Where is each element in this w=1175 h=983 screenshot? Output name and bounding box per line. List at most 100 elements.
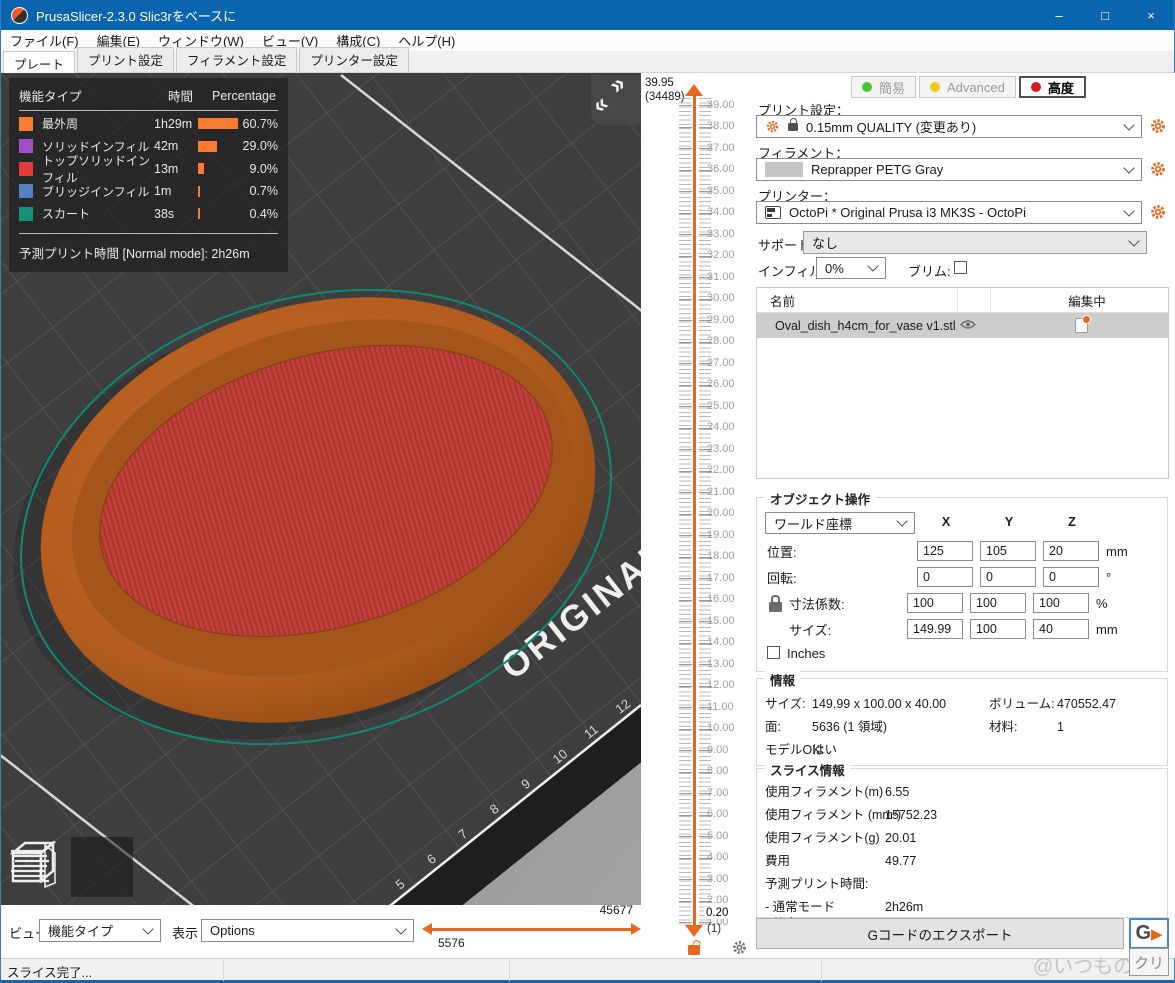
axis-header-Y: Y <box>999 515 1019 529</box>
layer-slider-track[interactable] <box>693 95 696 927</box>
move-slider-max: 45677 <box>558 903 633 917</box>
show-options-combo[interactable]: Options <box>201 919 414 942</box>
brim-checkbox[interactable] <box>954 261 967 274</box>
export-gcode-button[interactable]: Gコードのエクスポート <box>756 918 1124 949</box>
printer-icon <box>765 206 781 219</box>
manipulation-input-y[interactable] <box>980 567 1036 587</box>
play-arrow-icon: ▶ <box>1151 925 1163 943</box>
info-row: サイズ:149.99 x 100.00 x 40.00ボリューム:470552.… <box>765 693 1116 712</box>
info-row: 面:5636 (1 領域)材料:1 <box>765 716 1064 735</box>
tab-フィラメント設定[interactable]: フィラメント設定 <box>176 47 297 72</box>
info-value: はい <box>812 739 989 758</box>
slice-info-row: 使用フィラメント (mm³)15752.23 <box>765 804 937 823</box>
mode-button-高度[interactable]: 高度 <box>1019 76 1086 98</box>
collapse-sidebar-button[interactable]: » « <box>591 75 641 125</box>
manipulation-row: 寸法係数:% <box>757 592 1167 614</box>
support-value: なし <box>812 233 838 252</box>
sliced-info-title: スライス情報 <box>765 760 850 779</box>
printer-combo[interactable]: OctoPi * Original Prusa i3 MK3S - OctoPi <box>756 201 1142 224</box>
object-list-row[interactable]: Oval_dish_h4cm_for_vase v1.stl <box>757 313 1168 338</box>
info-row: モデルOK:はい <box>765 739 989 758</box>
feature-percentage-bar <box>198 118 238 129</box>
close-button[interactable]: × <box>1128 0 1174 30</box>
filament-combo[interactable]: Reprapper PETG Gray <box>756 158 1142 181</box>
unlock-icon[interactable] <box>688 945 700 958</box>
move-slider-right-handle[interactable] <box>631 923 641 935</box>
layer-slider-lower-handle[interactable] <box>685 925 703 937</box>
info-title: 情報 <box>765 670 800 689</box>
inches-checkbox[interactable] <box>767 646 780 659</box>
tab-プリント設定[interactable]: プリント設定 <box>77 47 174 72</box>
printer-gear-button[interactable] <box>1147 201 1169 223</box>
info-value: 149.99 x 100.00 x 40.00 <box>812 697 989 711</box>
export-gcode-quick-button[interactable]: G ▶ <box>1129 918 1169 949</box>
eye-icon[interactable] <box>960 319 976 333</box>
print-time-legend: 機能タイプ 時間 Percentage 最外周1h29m60.7%ソリッドインフ… <box>9 78 288 272</box>
coordinates-value: ワールド座標 <box>774 514 852 533</box>
infill-combo[interactable]: 0% <box>816 257 886 279</box>
tab-プレート[interactable]: プレート <box>3 51 75 73</box>
mode-button-Advanced[interactable]: Advanced <box>919 76 1016 98</box>
gear-icon <box>765 119 780 134</box>
legend-row: トップソリッドインフィル13m9.0% <box>19 159 278 179</box>
support-combo[interactable]: なし <box>803 231 1147 254</box>
chevron-down-icon <box>395 923 406 934</box>
tab-プリンター設定[interactable]: プリンター設定 <box>299 47 409 72</box>
axis-header-X: X <box>936 515 956 529</box>
manipulation-input-z[interactable] <box>1043 567 1099 587</box>
layers-icon <box>5 837 59 891</box>
manipulation-input-z[interactable] <box>1043 541 1099 561</box>
uniform-scale-lock-icon[interactable] <box>769 602 782 612</box>
slice-info-label: 使用フィラメント(m) <box>765 781 885 800</box>
feature-percentage: 0.4% <box>242 207 278 221</box>
print-settings-combo[interactable]: 0.15mm QUALITY (変更あり) <box>756 115 1142 138</box>
layer-slider-upper-handle[interactable] <box>685 84 703 96</box>
gear-icon[interactable] <box>731 939 748 959</box>
slice-info-value: 15752.23 <box>885 808 937 822</box>
minimize-button[interactable]: – <box>1036 0 1082 30</box>
app-window: PrusaSlicer-2.3.0 Slic3rをベースに – □ × ファイル… <box>0 0 1175 983</box>
mode-button-label: 高度 <box>1048 78 1074 97</box>
layer-slider-top-height: 39.95 <box>645 77 674 89</box>
menu-item-ファイル(F)[interactable]: ファイル(F) <box>1 31 88 50</box>
move-slider-left-handle[interactable] <box>422 923 432 935</box>
object-list-header: 名前 編集中 <box>757 288 1168 313</box>
manipulation-input-y[interactable] <box>970 619 1026 639</box>
feature-time: 1h29m <box>154 117 198 131</box>
manipulation-row: サイズ:mm <box>757 618 1167 640</box>
manipulation-input-y[interactable] <box>980 541 1036 561</box>
chevron-down-icon <box>1123 205 1134 216</box>
feature-percentage: 9.0% <box>242 162 278 176</box>
bottom-toolbar: ビュー 機能タイプ 表示 Options <box>1 905 641 958</box>
feature-bar-column <box>198 141 242 152</box>
feature-time: 13m <box>154 162 198 176</box>
mode-dot-icon <box>930 82 940 92</box>
manipulation-input-y[interactable] <box>970 593 1026 613</box>
manipulation-input-x[interactable] <box>917 567 973 587</box>
info-value: 1 <box>1057 720 1064 734</box>
manipulation-input-z[interactable] <box>1033 593 1089 613</box>
manipulation-input-x[interactable] <box>907 619 963 639</box>
mode-button-簡易[interactable]: 簡易 <box>851 76 916 98</box>
edit-icon[interactable] <box>1075 318 1088 333</box>
double-chevron-icon: « <box>591 90 615 120</box>
manipulation-input-z[interactable] <box>1033 619 1089 639</box>
object-list-col-editing: 編集中 <box>1047 291 1127 310</box>
printer-value: OctoPi * Original Prusa i3 MK3S - OctoPi <box>789 205 1026 220</box>
view-type-combo[interactable]: 機能タイプ <box>39 919 161 942</box>
manipulation-input-x[interactable] <box>917 541 973 561</box>
feature-color-swatch <box>19 162 33 176</box>
watermark-box: クリ <box>1129 948 1169 976</box>
layer-slider-bottom-layer: (1) <box>707 923 721 935</box>
manipulation-row-label: 寸法係数: <box>789 594 907 613</box>
print-settings-gear-button[interactable] <box>1147 115 1169 137</box>
3d-viewport[interactable]: 5678910111213 ORIGINAL 機能タイプ 時間 Percenta… <box>1 73 641 905</box>
manipulation-unit: ° <box>1106 570 1111 585</box>
feature-time: 38s <box>154 207 198 221</box>
manipulation-input-x[interactable] <box>907 593 963 613</box>
move-slider-track[interactable] <box>431 928 632 931</box>
coordinates-combo[interactable]: ワールド座標 <box>765 512 915 534</box>
filament-gear-button[interactable] <box>1147 158 1169 180</box>
preview-view-button[interactable] <box>71 837 133 897</box>
maximize-button[interactable]: □ <box>1082 0 1128 30</box>
